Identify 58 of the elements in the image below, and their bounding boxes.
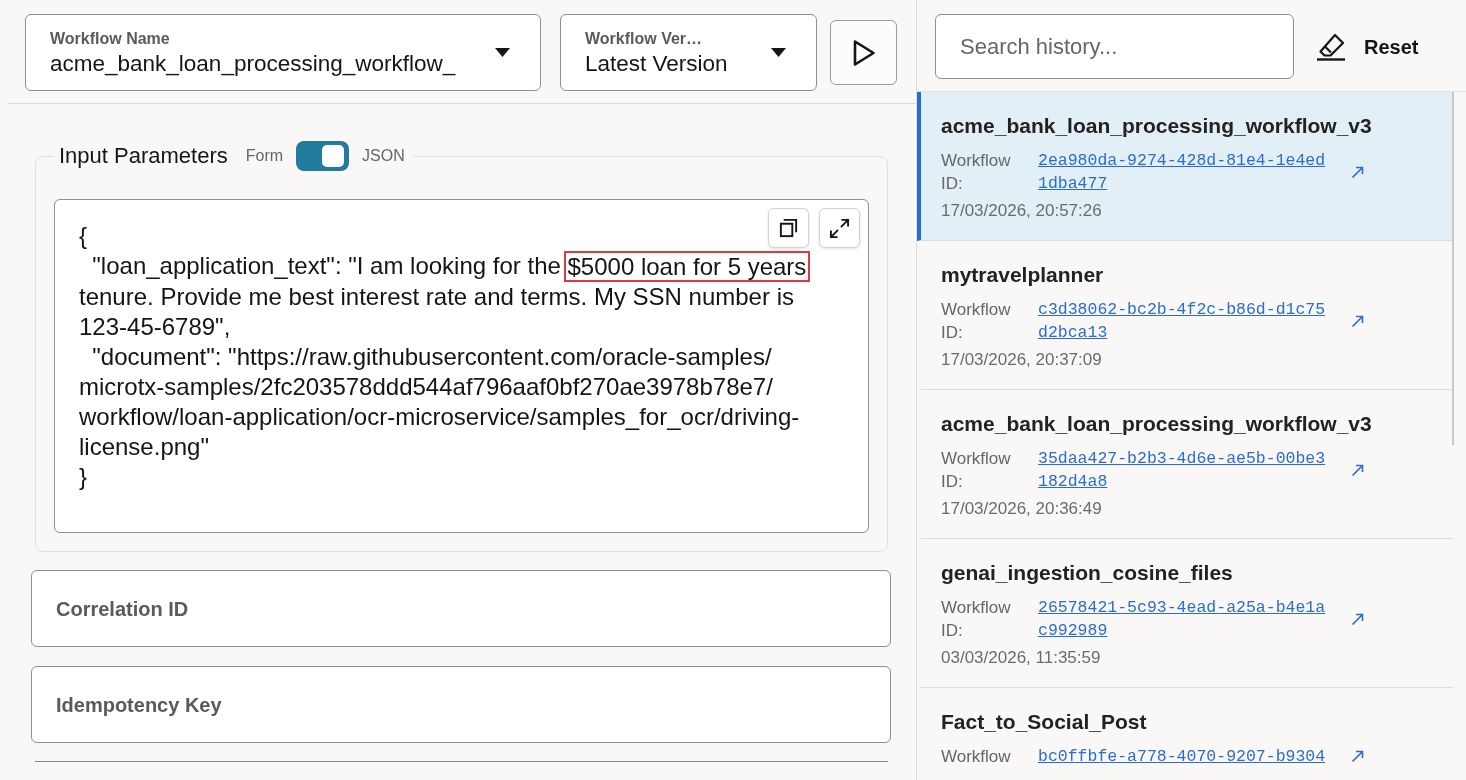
workflow-title: acme_bank_loan_processing_workflow_v3 bbox=[941, 113, 1372, 139]
expand-icon bbox=[829, 217, 850, 239]
external-link-icon[interactable] bbox=[1351, 165, 1365, 179]
history-item[interactable]: genai_ingestion_cosine_files Workflow ID: 26578421-5c93-4ead-a25a-b4e1ac992989 03/03/2026, 11:35:59 bbox=[917, 539, 1453, 688]
reset-button[interactable]: Reset bbox=[1312, 25, 1423, 68]
play-icon bbox=[851, 38, 876, 67]
copy-icon bbox=[778, 217, 799, 239]
external-link-icon[interactable] bbox=[1351, 314, 1365, 328]
caret-icon bbox=[495, 48, 510, 57]
code-text: "loan_application_text": "I am looking for the bbox=[91, 251, 562, 281]
timestamp: 17/03/2026, 20:36:49 bbox=[941, 498, 1102, 520]
code-text: { bbox=[79, 221, 87, 251]
json-editor[interactable] bbox=[54, 199, 869, 533]
caret-icon bbox=[771, 48, 786, 57]
workflow-name-select[interactable]: Workflow Name acme_bank_loan_processing_workflow_ bbox=[25, 14, 541, 91]
workflow-title: acme_bank_loan_processing_workflow_v3 bbox=[941, 411, 1372, 437]
id-label: Workflow ID: bbox=[941, 597, 1012, 642]
input-field[interactable]: Correlation ID bbox=[31, 570, 891, 647]
highlighted-text: $5000 loan for 5 years bbox=[563, 251, 811, 282]
id-label: Workflow ID: bbox=[941, 448, 1012, 493]
code-text: workflow/loan-application/ocr-microservice/samples_for_ocr/driving- bbox=[79, 402, 800, 432]
workflow-title: genai_ingestion_cosine_files bbox=[941, 560, 1233, 586]
input-field[interactable]: Idempotency Key bbox=[31, 666, 891, 743]
code-text: license.png" bbox=[79, 432, 209, 462]
mode-label: JSON bbox=[362, 146, 405, 166]
mode-toggle[interactable] bbox=[296, 141, 350, 171]
eraser-icon bbox=[1316, 32, 1346, 61]
code-text: microtx-samples/2fc203578ddd544af796aaf0bf270ae3978b78e7/ bbox=[79, 372, 773, 402]
workflow-id-link[interactable]: 35daa427-b2b3-4d6e-ae5b-00be3182d4a8 bbox=[1038, 447, 1326, 493]
section-title: Input Parameters bbox=[59, 142, 228, 170]
workflow-title: mytravelplanner bbox=[941, 262, 1104, 288]
timestamp: 03/03/2026, 11:35:59 bbox=[941, 647, 1101, 669]
code-text: 123-45-6789", bbox=[79, 312, 231, 342]
code-text: "document": "https://raw.githubusercontent.com/oracle-samples/ bbox=[91, 342, 772, 372]
id-label: Workflow ID: bbox=[941, 150, 1012, 195]
timestamp: 17/03/2026, 20:57:26 bbox=[941, 200, 1102, 222]
history-item[interactable]: acme_bank_loan_processing_workflow_v3 Workflow ID: 2ea980da-9274-428d-81e4-1e4ed1dba477 17/03/2026, 20:57:26 bbox=[917, 92, 1453, 241]
workflow-id-link[interactable]: 2ea980da-9274-428d-81e4-1e4ed1dba477 bbox=[1038, 149, 1326, 195]
id-label: Workflow bbox=[941, 746, 1012, 768]
expand-button[interactable] bbox=[819, 208, 860, 248]
code-text: tenure. Provide me best interest rate and terms. My SSN number is bbox=[79, 282, 794, 312]
workflow-version-select[interactable]: Workflow Ver… Latest Version bbox=[560, 14, 817, 91]
workflow-title: Fact_to_Social_Post bbox=[941, 709, 1147, 735]
code-text: } bbox=[79, 462, 87, 492]
external-link-icon[interactable] bbox=[1351, 612, 1365, 626]
scrollbar-thumb[interactable] bbox=[1452, 92, 1454, 445]
external-link-icon[interactable] bbox=[1351, 463, 1365, 477]
workflow-id-link[interactable]: 26578421-5c93-4ead-a25a-b4e1ac992989 bbox=[1038, 596, 1326, 642]
history-item[interactable]: Fact_to_Social_Post Workflow bc0ffbfe-a778-4070-9207-b9304 bbox=[917, 688, 1453, 780]
mode-label: Form bbox=[245, 146, 284, 166]
run-button[interactable] bbox=[830, 20, 897, 85]
timestamp: 17/03/2026, 20:37:09 bbox=[941, 349, 1102, 371]
external-link-icon[interactable] bbox=[1351, 750, 1365, 763]
workflow-id-link[interactable]: c3d38062-bc2b-4f2c-b86d-d1c75d2bca13 bbox=[1038, 298, 1326, 344]
id-label: Workflow ID: bbox=[941, 299, 1012, 344]
copy-button[interactable] bbox=[768, 208, 809, 248]
search-field[interactable]: Search history... bbox=[935, 14, 1294, 79]
workflow-id-link[interactable]: bc0ffbfe-a778-4070-9207-b9304 bbox=[1038, 745, 1326, 768]
